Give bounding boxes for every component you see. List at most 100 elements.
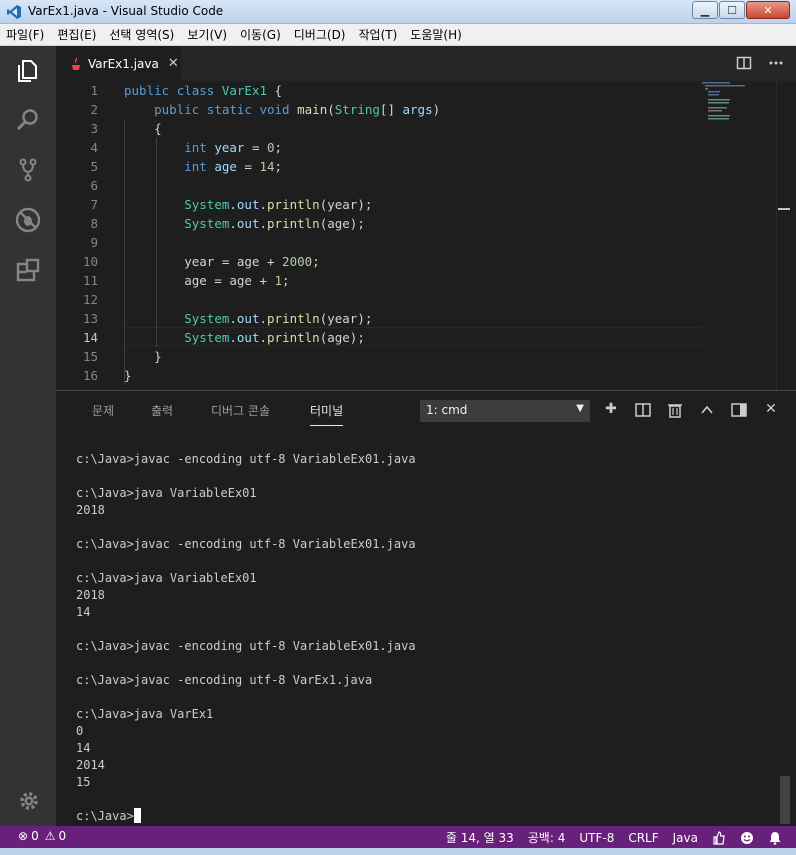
terminal-prompt-line: c:\Java> [76,808,416,825]
menu-debug[interactable]: 디버그(D) [294,26,346,43]
indentation[interactable]: 공백: 4 [528,829,566,846]
terminal-select[interactable]: 1: cmd ▼ [420,400,590,422]
line-number: 4 [90,140,98,155]
code-line: public static void main(String[] args) [154,102,441,117]
terminal-prompt: c:\Java> [76,809,134,823]
panel-tab-bar: 문제 출력 디버그 콘솔 터미널 1: cmd ▼ ✚ ✕ [56,391,796,429]
menu-selection[interactable]: 선택 영역(S) [109,26,174,43]
tab-debug-console[interactable]: 디버그 콘솔 [211,402,270,419]
settings-gear-icon[interactable] [18,790,40,812]
code-line: { [124,121,162,136]
terminal-output[interactable]: c:\Java>javac -encoding utf-8 VariableEx… [76,451,416,825]
code-line: int age = 14; [184,159,283,174]
line-number: 15 [82,349,98,364]
search-icon[interactable] [14,106,42,134]
terminal-line: c:\Java>javac -encoding utf-8 VariableEx… [76,639,416,653]
line-number: 11 [82,273,98,288]
code-line: System.out.println(age); [184,216,365,231]
tab-output[interactable]: 출력 [151,402,173,419]
menu-go[interactable]: 이동(G) [240,26,281,43]
line-number: 1 [90,83,98,98]
maximize-button[interactable]: ☐ [719,1,745,19]
editor-scrollbar[interactable] [776,81,790,390]
code-line: System.out.println(age); [184,330,365,345]
cursor-position[interactable]: 줄 14, 열 33 [446,829,514,846]
minimap[interactable] [702,81,777,131]
terminal-line: 2018 [76,503,105,517]
explorer-icon[interactable] [14,56,42,84]
maximize-panel-chevron-up-icon[interactable] [698,401,716,419]
code-editor[interactable]: 1 2 3 4 5 6 7 8 9 10 11 12 13 14 15 16 p… [56,81,796,390]
code-line: System.out.println(year); [184,311,373,326]
split-terminal-icon[interactable] [634,401,652,419]
line-number-active: 14 [82,330,98,345]
terminal-line: c:\Java>java VariableEx01 [76,486,257,500]
terminal-line: 15 [76,775,91,789]
source-control-icon[interactable] [14,156,42,184]
warning-count[interactable]: 0 [58,829,66,843]
code-line: } [124,349,162,364]
code-line: int year = 0; [184,140,283,155]
java-file-icon [72,57,80,70]
menu-tasks[interactable]: 작업(T) [359,26,398,43]
terminal-line: 14 [76,741,91,755]
status-bar: ⊗ 0 ⚠ 0 줄 14, 열 33 공백: 4 UTF-8 CRLF Java [0,826,796,848]
terminal-line: 2018 [76,588,105,602]
more-actions-icon[interactable] [768,55,784,71]
menu-file[interactable]: 파일(F) [6,26,44,43]
new-terminal-icon[interactable]: ✚ [602,401,620,419]
line-number: 5 [90,159,98,174]
line-number: 6 [90,178,98,193]
window-frame-bottom [0,848,796,855]
terminal-select-value: 1: cmd [426,403,468,417]
debug-icon[interactable] [14,206,42,234]
tab-terminal[interactable]: 터미널 [310,402,344,426]
window-titlebar: VarEx1.java - Visual Studio Code ▁ ☐ ✕ [0,0,796,24]
warning-icon[interactable]: ⚠ [45,829,56,843]
language-mode[interactable]: Java [673,831,698,845]
extensions-icon[interactable] [14,256,42,284]
error-count[interactable]: 0 [31,829,39,843]
tab-problems[interactable]: 문제 [92,402,114,419]
line-number: 7 [90,197,98,212]
terminal-line: c:\Java>java VariableEx01 [76,571,257,585]
editor-tab-bar: VarEx1.java ✕ [56,46,796,81]
line-ending[interactable]: CRLF [628,831,658,845]
minimize-button[interactable]: ▁ [692,1,718,19]
split-editor-icon[interactable] [736,55,752,71]
tab-close-icon[interactable]: ✕ [168,56,179,71]
menu-help[interactable]: 도움말(H) [410,26,462,43]
notification-bell-icon[interactable] [768,831,782,845]
chevron-down-icon: ▼ [576,403,584,414]
menu-edit[interactable]: 편집(E) [57,26,96,43]
smiley-feedback-icon[interactable] [740,831,754,845]
vscode-app-icon [7,5,21,19]
scrollbar-cursor-marker [778,208,790,210]
tab-varex1-java[interactable]: VarEx1.java ✕ [56,46,181,81]
error-icon[interactable]: ⊗ [18,829,28,843]
close-window-button[interactable]: ✕ [746,1,790,19]
close-panel-icon[interactable]: ✕ [762,401,780,419]
thumbs-up-feedback-icon[interactable] [712,830,726,845]
terminal-scrollbar[interactable] [780,776,790,824]
line-number: 12 [82,292,98,307]
file-encoding[interactable]: UTF-8 [579,831,614,845]
terminal-line: 2014 [76,758,105,772]
menu-view[interactable]: 보기(V) [187,26,227,43]
code-line: System.out.println(year); [184,197,373,212]
line-number: 8 [90,216,98,231]
line-number: 16 [82,368,98,383]
kill-terminal-trash-icon[interactable] [666,401,684,419]
line-number: 10 [82,254,98,269]
terminal-line: c:\Java>javac -encoding utf-8 VariableEx… [76,452,416,466]
menu-bar: 파일(F) 편집(E) 선택 영역(S) 보기(V) 이동(G) 디버그(D) … [0,24,796,46]
activity-bar [0,46,56,826]
toggle-panel-position-icon[interactable] [730,401,748,419]
terminal-line: 14 [76,605,91,619]
